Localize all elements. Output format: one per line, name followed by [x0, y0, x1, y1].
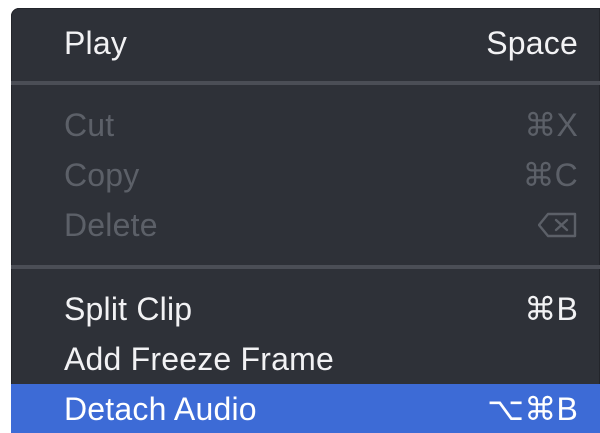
menu-item-shortcut: ⌘B: [524, 291, 578, 327]
menu-item-play[interactable]: Play Space: [11, 18, 600, 68]
menu-item-label: Split Clip: [64, 290, 193, 327]
menu-item-add-freeze-frame[interactable]: Add Freeze Frame: [11, 334, 600, 384]
menu-item-shortcut: ⌥⌘B: [487, 391, 578, 427]
menu-item-label: Play: [64, 24, 128, 61]
menu-item-shortcut: ⌘C: [522, 157, 578, 193]
menu-item-delete: Delete: [11, 200, 600, 250]
menu-item-label: Delete: [64, 206, 158, 243]
menu-item-shortcut: ⌘X: [524, 107, 578, 143]
menu-item-label: Add Freeze Frame: [64, 340, 334, 377]
menu-item-label: Detach Audio: [64, 390, 257, 427]
menu-item-cut: Cut ⌘X: [11, 100, 600, 150]
menu-separator: [11, 81, 600, 85]
menu-item-label: Copy: [64, 156, 140, 193]
menu-item-copy: Copy ⌘C: [11, 150, 600, 200]
menu-item-label: Cut: [64, 106, 115, 143]
menu-item-shortcut: Space: [486, 24, 578, 61]
context-menu: Play Space Cut ⌘X Copy ⌘C Delete Split C…: [11, 8, 600, 433]
menu-item-detach-audio[interactable]: Detach Audio ⌥⌘B: [11, 384, 600, 433]
menu-item-split-clip[interactable]: Split Clip ⌘B: [11, 284, 600, 334]
menu-separator: [11, 265, 600, 269]
delete-backward-icon: [538, 212, 577, 238]
menu-item-shortcut: [538, 210, 578, 240]
